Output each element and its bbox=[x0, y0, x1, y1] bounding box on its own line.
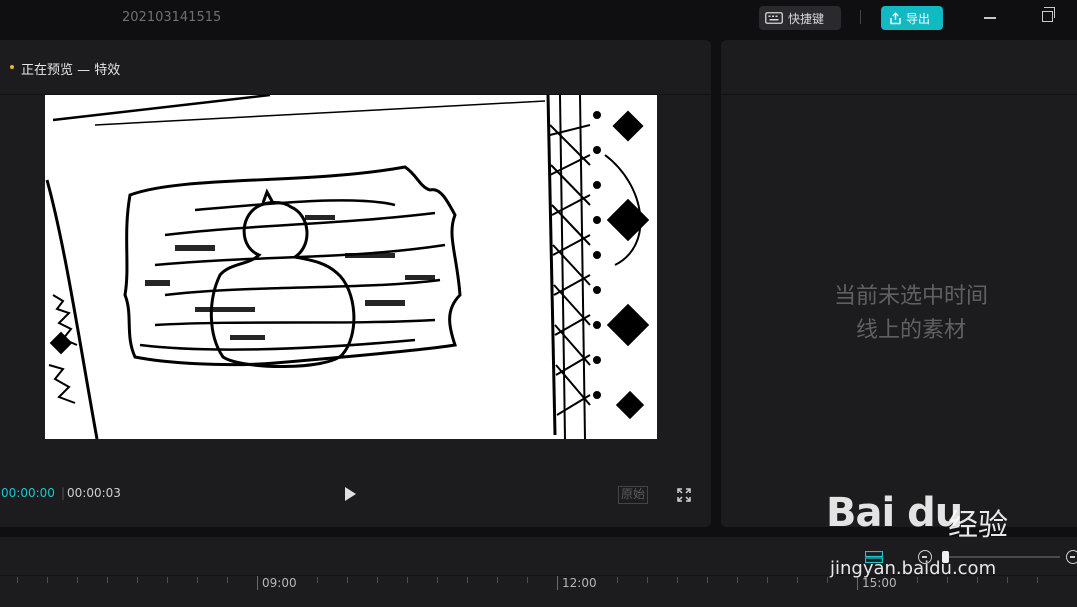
fullscreen-icon[interactable] bbox=[677, 488, 691, 502]
empty-selection-message: 当前未选中时间 线上的素材 bbox=[821, 280, 1001, 348]
timeline-toolbar bbox=[0, 537, 1077, 576]
ruler-tick bbox=[1037, 577, 1038, 583]
ruler-major-tick bbox=[857, 576, 858, 590]
ruler-tick bbox=[197, 577, 198, 583]
play-icon[interactable] bbox=[345, 487, 356, 501]
zoom-slider-handle[interactable] bbox=[942, 551, 949, 563]
ruler-tick bbox=[347, 577, 348, 583]
ruler-tick bbox=[77, 577, 78, 583]
ruler-label: 09:00 bbox=[262, 576, 297, 590]
ruler-tick bbox=[167, 577, 168, 583]
ratio-button[interactable]: 原始 bbox=[618, 486, 649, 504]
ruler-tick bbox=[47, 577, 48, 583]
time-separator: | bbox=[61, 486, 66, 500]
properties-header bbox=[721, 40, 1077, 95]
preview-canvas[interactable] bbox=[45, 95, 657, 439]
ruler-tick bbox=[407, 577, 408, 583]
ruler-label: 12:00 bbox=[562, 576, 597, 590]
shortcut-button[interactable]: 快捷键 bbox=[759, 6, 841, 30]
preview-title: 正在预览 — 特效 bbox=[21, 63, 121, 78]
ruler-tick bbox=[827, 577, 828, 583]
empty-message-line2: 线上的素材 bbox=[855, 318, 966, 343]
title-bar: 202103141515 快捷键 导出 bbox=[0, 0, 1077, 38]
ruler-major-tick bbox=[257, 576, 258, 590]
properties-panel: 当前未选中时间 线上的素材 bbox=[721, 40, 1077, 527]
ruler-tick bbox=[17, 577, 18, 583]
maximize-icon[interactable] bbox=[1042, 7, 1055, 22]
timeline-panel: 09:00 12:00 15:00 bbox=[0, 537, 1077, 607]
ruler-tick bbox=[947, 577, 948, 583]
keyboard-icon bbox=[765, 12, 783, 24]
ruler-tick bbox=[227, 577, 228, 583]
minimize-icon[interactable] bbox=[984, 17, 996, 19]
zoom-in-icon[interactable] bbox=[1066, 550, 1077, 564]
preview-image bbox=[45, 95, 657, 439]
ruler-tick bbox=[707, 577, 708, 583]
export-button[interactable]: 导出 bbox=[881, 6, 943, 30]
ruler-tick bbox=[797, 577, 798, 583]
ruler-tick bbox=[107, 577, 108, 583]
ruler-tick bbox=[497, 577, 498, 583]
export-label: 导出 bbox=[906, 11, 931, 26]
status-dot bbox=[10, 65, 14, 69]
ruler-major-tick bbox=[557, 576, 558, 590]
timeline-ruler[interactable]: 09:00 12:00 15:00 bbox=[0, 576, 1077, 607]
ruler-label: 15:00 bbox=[862, 576, 897, 590]
ruler-tick bbox=[377, 577, 378, 583]
zoom-out-icon[interactable] bbox=[918, 550, 932, 564]
ruler-tick bbox=[617, 577, 618, 583]
ruler-tick bbox=[917, 577, 918, 583]
snap-icon[interactable] bbox=[865, 551, 883, 563]
titlebar-divider bbox=[860, 10, 861, 24]
current-time: 00:00:00 bbox=[1, 486, 55, 500]
ruler-tick bbox=[647, 577, 648, 583]
shortcut-label: 快捷键 bbox=[788, 11, 825, 26]
export-icon bbox=[890, 11, 901, 24]
preview-panel: 正在预览 — 特效 00:00:00 | 00:00:03 原始 bbox=[0, 40, 711, 527]
ruler-tick bbox=[767, 577, 768, 583]
ruler-tick bbox=[1007, 577, 1008, 583]
ruler-tick bbox=[137, 577, 138, 583]
ruler-tick bbox=[467, 577, 468, 583]
total-time: 00:00:03 bbox=[67, 486, 121, 500]
zoom-slider[interactable] bbox=[944, 556, 1060, 558]
preview-header: 正在预览 — 特效 bbox=[0, 40, 711, 95]
ruler-tick bbox=[317, 577, 318, 583]
project-name[interactable]: 202103141515 bbox=[122, 10, 221, 25]
ruler-tick bbox=[677, 577, 678, 583]
ruler-tick bbox=[527, 577, 528, 583]
ruler-tick bbox=[737, 577, 738, 583]
empty-message-line1: 当前未选中时间 bbox=[833, 284, 988, 309]
ruler-tick bbox=[977, 577, 978, 583]
ruler-tick bbox=[437, 577, 438, 583]
